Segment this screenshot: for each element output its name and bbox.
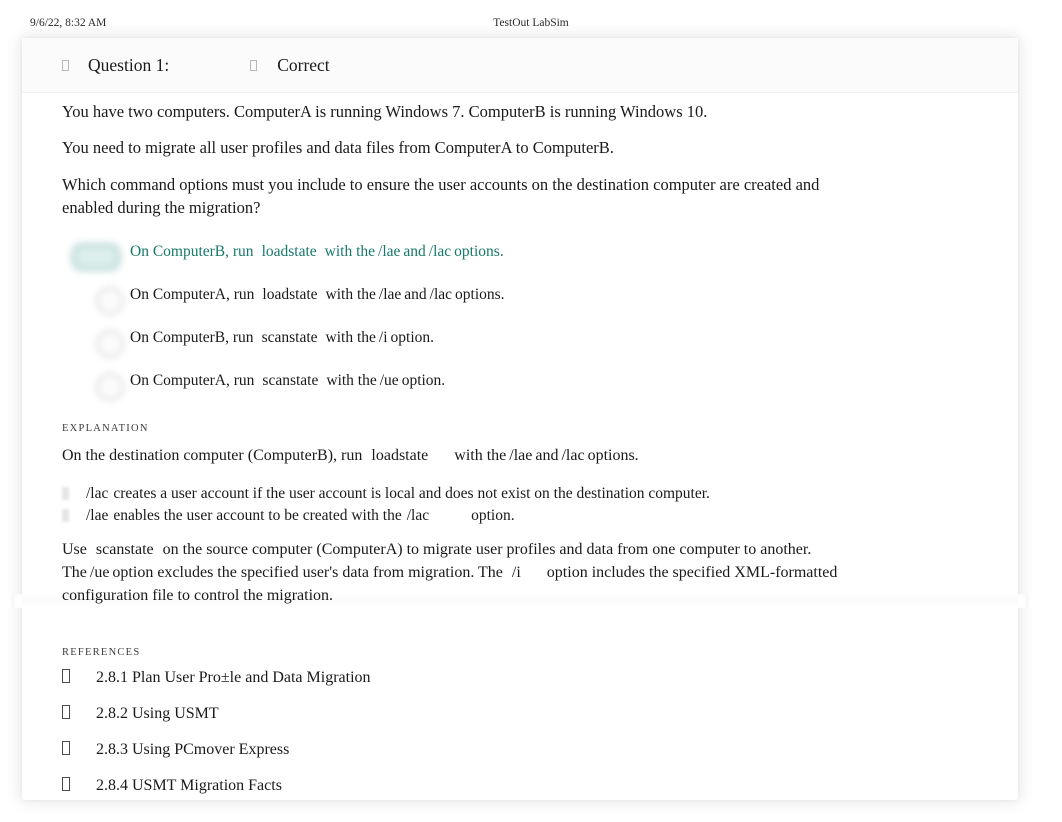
references-list: 2.8.1 Plan User Pro±le and Data Migratio… (62, 668, 980, 812)
reference-item-2-label[interactable]: 2.8.2 Using USMT (96, 705, 219, 723)
explanation-tail-code-1: scanstate (95, 540, 154, 558)
question-card: Question 1: Correct You have two compute… (12, 38, 1028, 800)
option-3-code-1: scanstate (261, 328, 318, 346)
option-4-code-2: /ue (379, 371, 399, 389)
explanation-section-label: EXPLANATION (62, 422, 149, 434)
answer-option-2[interactable]: On ComputerA, run loadstate with the/lae an… (62, 285, 550, 315)
option-3-lead: On ComputerB, run (130, 328, 254, 346)
explanation-intro: On the destination computer (ComputerB),… (62, 444, 877, 467)
explanation-intro-lead: On the destination computer (ComputerB),… (62, 446, 363, 464)
question-body: You have two computers. ComputerA is run… (62, 100, 980, 812)
question-label: Question 1: (88, 54, 170, 75)
radio-button-icon[interactable] (96, 329, 124, 358)
option-1-lead: On ComputerB, run (130, 242, 254, 260)
result-check-icon (250, 59, 258, 71)
document-icon (62, 705, 70, 720)
reference-item-2[interactable]: 2.8.2 Using USMT (62, 704, 980, 740)
explanation-intro-code-3: /lac (561, 446, 585, 464)
print-header: 9/6/22, 8:32 AM TestOut LabSim (0, 17, 1062, 33)
option-4-code-1: scanstate (262, 371, 319, 389)
radio-button-icon[interactable] (72, 243, 120, 270)
reference-item-1[interactable]: 2.8.1 Plan User Pro±le and Data Migratio… (62, 668, 980, 704)
explanation-intro-conj: and (535, 446, 559, 464)
explanation-bullet-2: /lae enables the user account to be creat… (62, 505, 911, 527)
radio-button-icon[interactable] (96, 286, 124, 315)
question-stem-line-3: Which command options must you include t… (62, 174, 820, 218)
bullet-1-text: creates a user account if the user accou… (113, 484, 710, 502)
explanation-tail-code-2: /ue (89, 563, 110, 581)
bullet-2-text-2: option. (471, 507, 515, 525)
question-bullet-icon (62, 59, 69, 71)
question-stem-line-1: You have two computers. ComputerA is run… (62, 102, 708, 121)
explanation-bullet-list: /lac creates a user account if the user a… (62, 483, 980, 528)
references-section: REFERENCES 2.8.1 Plan User Pro±le and Da… (62, 647, 980, 812)
option-2-lead: On ComputerA, run (130, 285, 255, 303)
bullet-2-code: /lae (86, 507, 109, 525)
option-1-tail: options. (454, 242, 504, 260)
option-2-code-2: /lae (378, 285, 402, 303)
option-2-mid: with the (325, 285, 376, 303)
page-break-notch-right (1018, 594, 1028, 608)
answer-options-list: On ComputerB, run loadstate with the/lae an… (62, 242, 980, 401)
option-4-mid: with the (326, 371, 377, 389)
explanation-intro-mid: with the (454, 446, 507, 464)
print-title: TestOut LabSim (493, 17, 569, 29)
option-1-code-3: /lac (428, 242, 452, 260)
option-1-mid: with the (324, 242, 376, 260)
references-section-label: REFERENCES (62, 647, 141, 659)
explanation-intro-code-1: loadstate (371, 446, 429, 464)
option-1-conj: and (403, 242, 426, 260)
reference-item-4-label[interactable]: 2.8.4 USMT Migration Facts (96, 777, 282, 795)
option-3-code-2: /i (378, 328, 388, 346)
explanation-bullet-1: /lac creates a user account if the user a… (62, 483, 911, 505)
answer-option-4[interactable]: On ComputerA, run scanstate with the/ue opt… (62, 371, 550, 401)
document-icon (62, 777, 70, 792)
radio-button-icon[interactable] (96, 372, 124, 401)
option-2-code-1: loadstate (262, 285, 318, 303)
option-2-code-3: /lac (429, 285, 453, 303)
document-icon (62, 669, 70, 684)
explanation-tail-mid-2: option excludes the specified user's dat… (112, 563, 503, 581)
answer-option-1[interactable]: On ComputerB, run loadstate with the/lae an… (62, 242, 550, 270)
page-break-notch-left (12, 594, 22, 608)
explanation-intro-tail: options. (587, 446, 639, 464)
reference-item-3-label[interactable]: 2.8.3 Using PCmover Express (96, 741, 289, 759)
question-result-status: Correct (277, 54, 330, 75)
document-icon (62, 741, 70, 756)
bullet-marker-icon (62, 509, 69, 523)
explanation-tail: Use scanstate on the source computer (Comp… (62, 538, 877, 608)
bullet-marker-icon (62, 486, 69, 500)
explanation-tail-lead: Use (62, 540, 87, 558)
option-2-tail: options. (455, 285, 505, 303)
bullet-2-code-2: /lac (406, 507, 430, 525)
option-4-lead: On ComputerA, run (130, 371, 255, 389)
option-4-tail: option. (401, 371, 446, 389)
reference-item-1-label[interactable]: 2.8.1 Plan User Pro±le and Data Migratio… (96, 669, 371, 687)
option-2-conj: and (404, 285, 427, 303)
explanation-section: EXPLANATION On the destination computer … (62, 423, 980, 607)
option-1-code-1: loadstate (261, 242, 317, 260)
explanation-tail-code-3: /i (511, 563, 521, 581)
reference-item-3[interactable]: 2.8.3 Using PCmover Express (62, 740, 980, 776)
explanation-intro-code-2: /lae (509, 446, 533, 464)
option-3-tail: option. (390, 328, 435, 346)
bullet-2-text: enables the user account to be created w… (113, 507, 402, 525)
option-3-mid: with the (325, 328, 376, 346)
question-stem-line-2: You need to migrate all user profiles an… (62, 138, 614, 158)
bullet-1-code: /lac (86, 484, 109, 502)
option-1-code-2: /lae (378, 242, 401, 260)
question-header-band: Question 1: Correct (22, 38, 1018, 93)
answer-option-3[interactable]: On ComputerB, run scanstate with the/i opti… (62, 328, 550, 358)
reference-item-4[interactable]: 2.8.4 USMT Migration Facts (62, 776, 980, 812)
